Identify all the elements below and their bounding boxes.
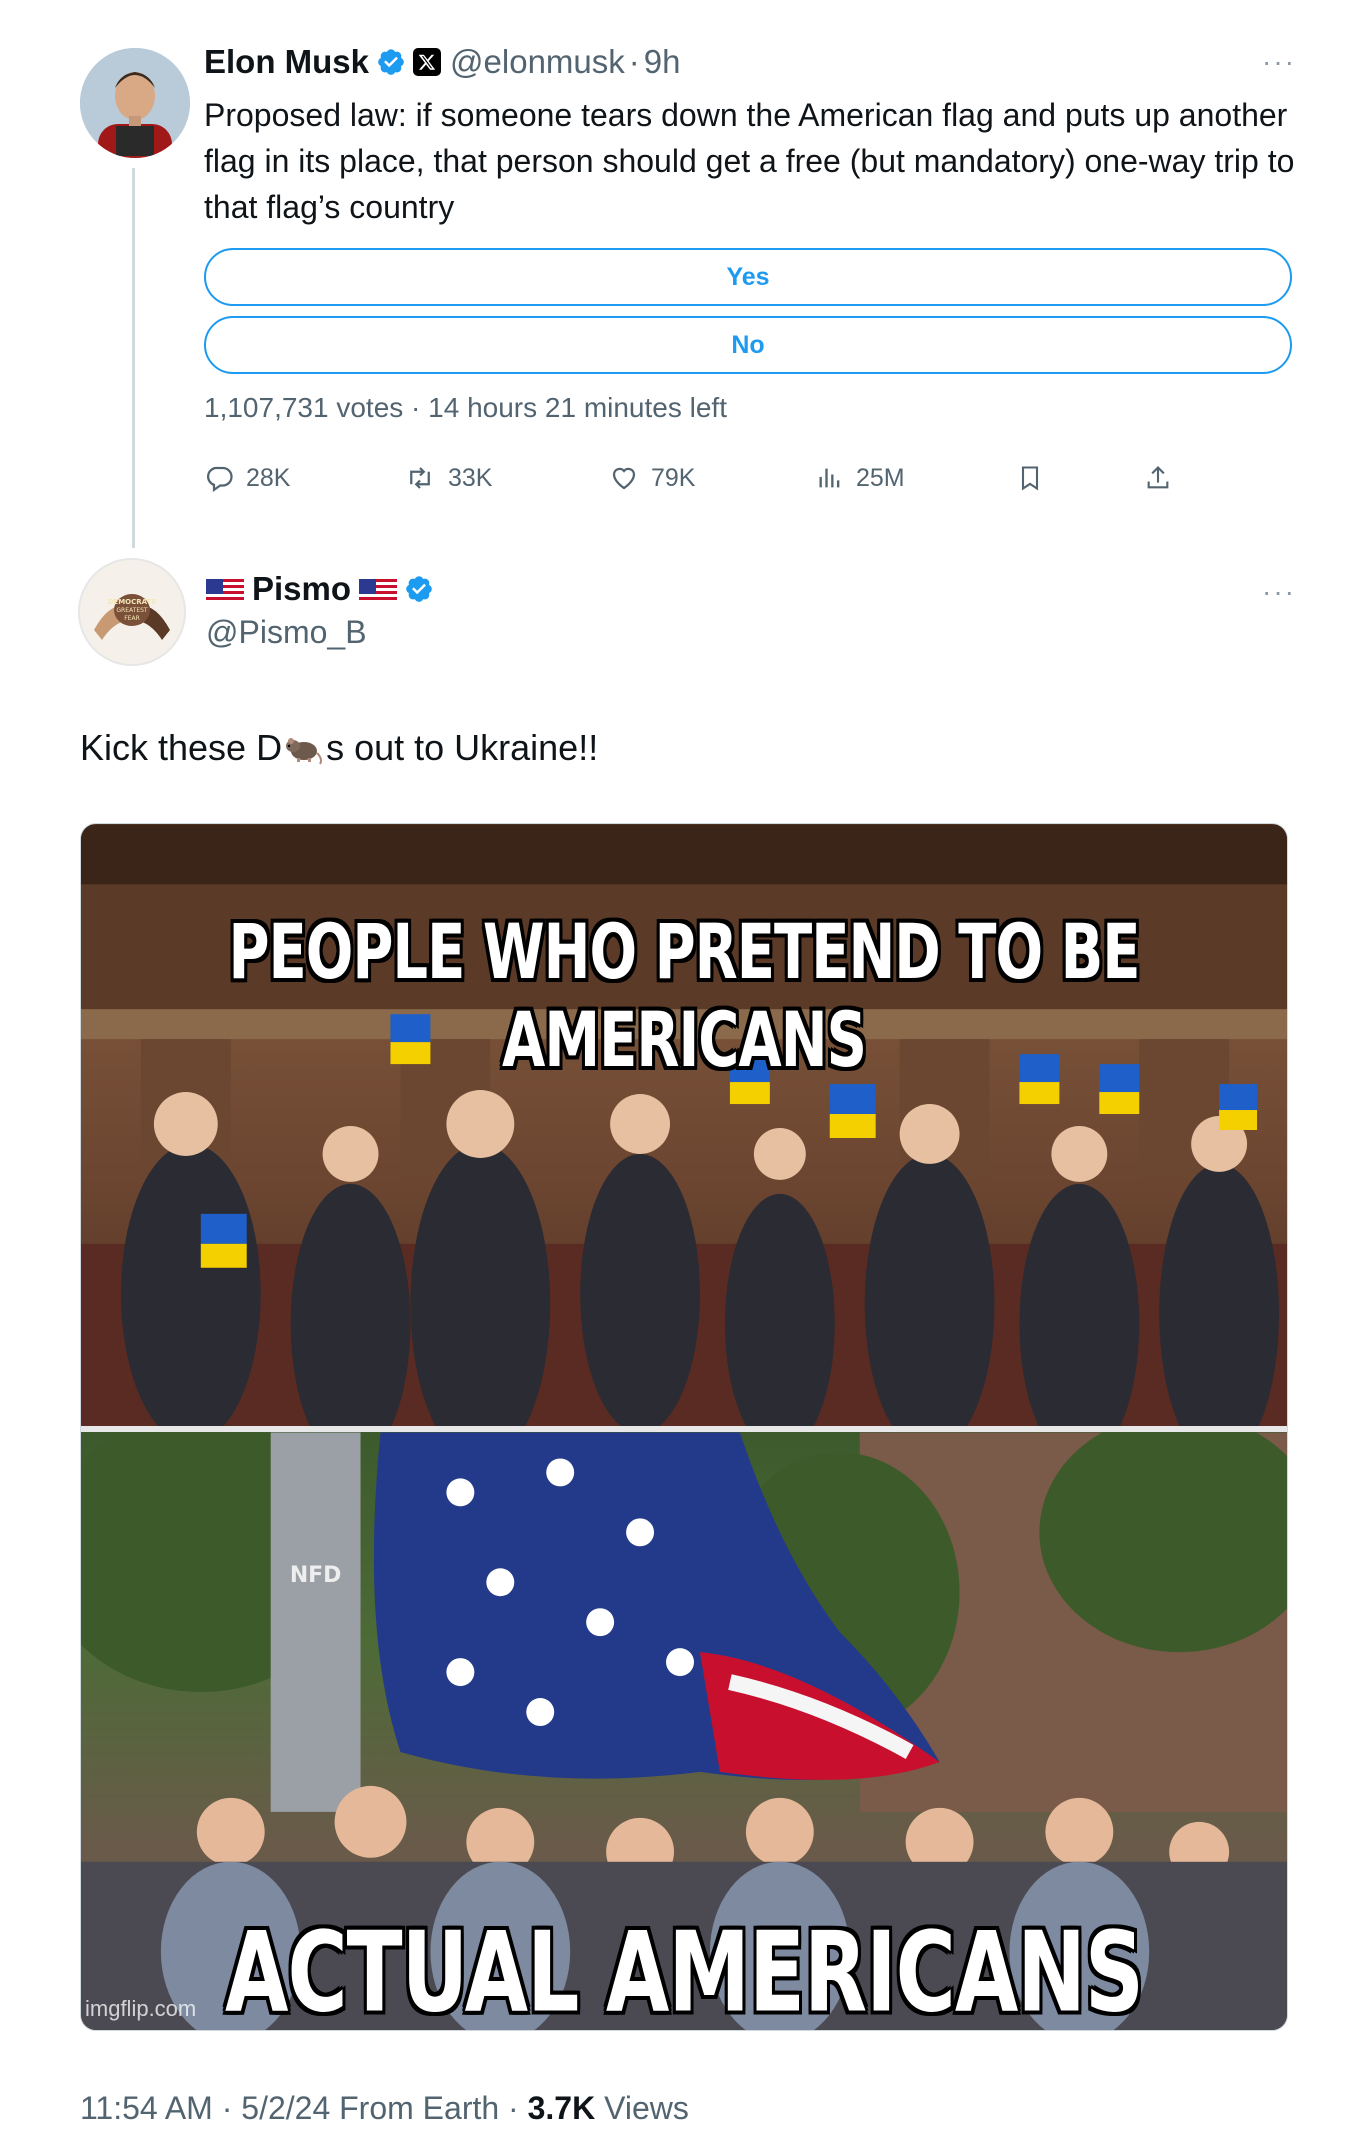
like-count: 79K [651,463,696,492]
tweet-text-part-2: s out to Ukraine!! [326,727,599,768]
bookmark-button[interactable] [1016,458,1056,498]
bar-chart-icon [819,468,840,488]
elon-musk-avatar[interactable] [80,48,190,158]
more-options-icon[interactable]: ··· [1262,578,1296,606]
tweet-text: Proposed law: if someone tears down the … [204,97,1295,225]
avatar-text-3: FEAR [124,615,140,622]
like-button[interactable]: 79K [609,458,695,498]
reply-icon [207,466,233,493]
views-count: 25M [856,463,905,492]
footer-date[interactable]: 5/2/24 [241,2090,330,2126]
author-name[interactable]: Pismo [252,570,351,608]
author-handle[interactable]: @Pismo_B [206,614,367,651]
repost-button[interactable]: 33K [404,458,492,498]
avatar-text-2: GREATEST [116,607,148,614]
tweet-actions-bar: 28K 33K 79K 25M [204,458,1204,498]
share-button[interactable] [1144,458,1184,498]
poll-option-yes[interactable]: Yes [204,248,1292,306]
rat-emoji-icon [284,731,324,765]
author-handle[interactable]: @elonmusk [450,43,625,81]
pismo-avatar[interactable]: DEMOCRATS GREATEST FEAR [78,558,186,666]
tweet-text-part-1: Kick these D [80,727,283,768]
poll-option-no[interactable]: No [204,316,1292,374]
pole-sign-text: NFD [290,1563,342,1588]
footer-time[interactable]: 11:54 AM [80,2090,213,2126]
tweet-time[interactable]: 9h [644,43,681,81]
tweet-text: Kick these D s out to Ukraine!! [80,727,598,769]
author-name[interactable]: Elon Musk [204,43,369,81]
tweet-footer: 11:54 AM · 5/2/24 From Earth · 3.7K View… [80,2090,689,2126]
x-affiliate-badge-icon[interactable] [413,48,442,76]
us-flag-icon [206,576,244,603]
reply-button[interactable]: 28K [204,458,290,498]
bookmark-icon [1021,466,1039,491]
repost-count: 33K [448,463,493,492]
meme-caption-top: PEOPLE WHO PRETEND TO BE AMERICANS [228,909,1140,1085]
imgflip-watermark: imgflip.com [85,1996,197,2021]
more-options-icon[interactable]: ··· [1262,48,1296,76]
tweet2-header: Pismo [206,567,434,611]
verified-badge-icon[interactable] [376,47,406,77]
views-button[interactable]: 25M [816,458,905,498]
avatar-text-1: DEMOCRATS [108,598,157,606]
footer-views-label: Views [604,2090,689,2126]
repost-icon [410,467,430,489]
meme-caption-bottom: ACTUAL AMERICANS [225,1909,1144,2031]
heart-icon [612,467,636,490]
thread-connector-line [132,168,135,548]
footer-views-count[interactable]: 3.7K [528,2090,596,2126]
poll-meta: 1,107,731 votes · 14 hours 21 minutes le… [204,392,727,423]
us-flag-icon [359,576,398,603]
verified-badge-icon[interactable] [404,574,434,604]
tweet1-header: Elon Musk @elonmusk · 9h [204,42,680,82]
reply-count: 28K [246,463,291,492]
meme-image[interactable]: NFD PEOPLE WHO PRETEND TO BE AMERICANS A… [80,823,1288,2031]
share-icon [1147,466,1169,489]
footer-source: From Earth [339,2090,500,2126]
separator-dot: · [628,43,640,80]
